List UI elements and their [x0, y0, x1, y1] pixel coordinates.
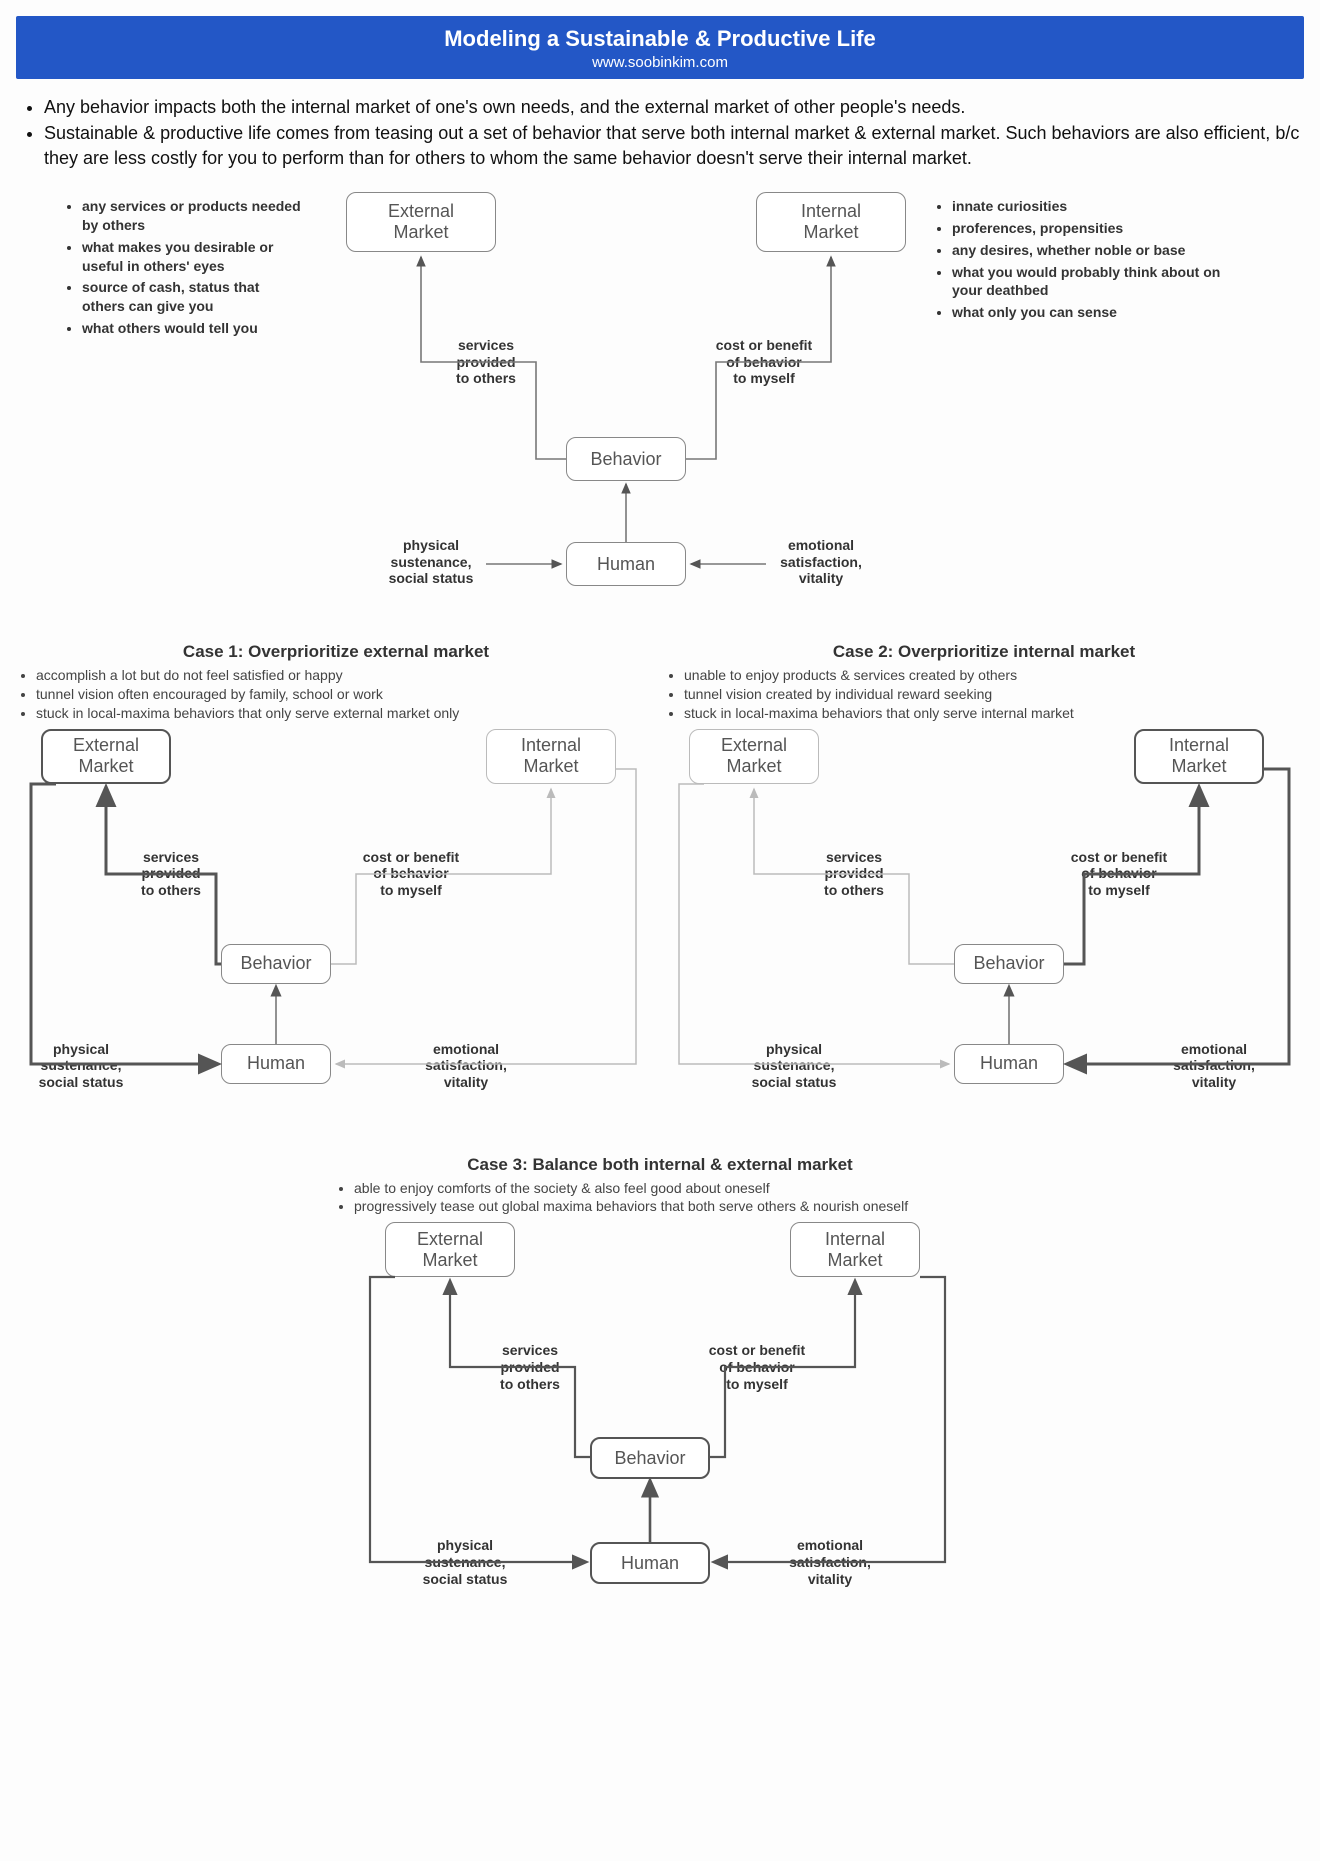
edge-physical-label: physical sustenance, social status: [744, 1041, 844, 1091]
case2-bullets: unable to enjoy products & services crea…: [670, 666, 1304, 723]
case3-title: Case 3: Balance both internal & external…: [467, 1155, 852, 1175]
case1-diagram: External Market Internal Market Behavior…: [16, 729, 656, 1129]
external-market-node: External Market: [346, 192, 496, 252]
page-title: Modeling a Sustainable & Productive Life: [16, 26, 1304, 52]
case2-title: Case 2: Overprioritize internal market: [664, 642, 1304, 662]
behavior-node: Behavior: [221, 944, 331, 984]
behavior-node: Behavior: [566, 437, 686, 481]
internal-market-node: Internal Market: [486, 729, 616, 784]
external-market-node: External Market: [41, 729, 171, 784]
human-node: Human: [566, 542, 686, 586]
edge-services-label: services provided to others: [809, 849, 899, 899]
edge-services-label: services provided to others: [126, 849, 216, 899]
external-market-traits: any services or products needed by other…: [66, 197, 306, 341]
external-market-node: External Market: [385, 1222, 515, 1277]
edge-cost-label: cost or benefit of behavior to myself: [702, 1342, 812, 1392]
internal-market-traits: innate curiosities proferences, propensi…: [936, 197, 1236, 325]
case2-column: Case 2: Overprioritize internal market u…: [664, 642, 1304, 1129]
human-node: Human: [221, 1044, 331, 1084]
intro-item: Any behavior impacts both the internal m…: [44, 95, 1304, 119]
internal-market-node: Internal Market: [1134, 729, 1264, 784]
edge-emotional-label: emotional satisfaction, vitality: [780, 1537, 880, 1587]
main-diagram: any services or products needed by other…: [66, 192, 1246, 622]
internal-market-node: Internal Market: [756, 192, 906, 252]
edge-emotional-label: emotional satisfaction, vitality: [1164, 1041, 1264, 1091]
case3-diagram: External Market Internal Market Behavior…: [340, 1222, 980, 1622]
human-node: Human: [590, 1542, 710, 1584]
edge-services-label: services provided to others: [485, 1342, 575, 1392]
edge-emotional-label: emotional satisfaction, vitality: [766, 537, 876, 587]
edge-cost-label: cost or benefit of behavior to myself: [356, 849, 466, 899]
case2-diagram: External Market Internal Market Behavior…: [664, 729, 1304, 1129]
edge-cost-label: cost or benefit of behavior to myself: [704, 337, 824, 387]
human-node: Human: [954, 1044, 1064, 1084]
edge-physical-label: physical sustenance, social status: [376, 537, 486, 587]
case1-column: Case 1: Overprioritize external market a…: [16, 642, 656, 1129]
intro-list: Any behavior impacts both the internal m…: [44, 95, 1304, 170]
edge-physical-label: physical sustenance, social status: [415, 1537, 515, 1587]
external-market-node: External Market: [689, 729, 819, 784]
behavior-node: Behavior: [590, 1437, 710, 1479]
case3-column: Case 3: Balance both internal & external…: [16, 1155, 1304, 1623]
edge-cost-label: cost or benefit of behavior to myself: [1064, 849, 1174, 899]
cases-row: Case 1: Overprioritize external market a…: [16, 642, 1304, 1129]
case1-bullets: accomplish a lot but do not feel satisfi…: [22, 666, 656, 723]
edge-services-label: services provided to others: [436, 337, 536, 387]
case1-title: Case 1: Overprioritize external market: [16, 642, 656, 662]
internal-market-node: Internal Market: [790, 1222, 920, 1277]
header-banner: Modeling a Sustainable & Productive Life…: [16, 16, 1304, 79]
edge-physical-label: physical sustenance, social status: [31, 1041, 131, 1091]
edge-emotional-label: emotional satisfaction, vitality: [416, 1041, 516, 1091]
case3-bullets: able to enjoy comforts of the society & …: [340, 1179, 980, 1217]
intro-item: Sustainable & productive life comes from…: [44, 121, 1304, 170]
site-url: www.soobinkim.com: [16, 54, 1304, 71]
behavior-node: Behavior: [954, 944, 1064, 984]
